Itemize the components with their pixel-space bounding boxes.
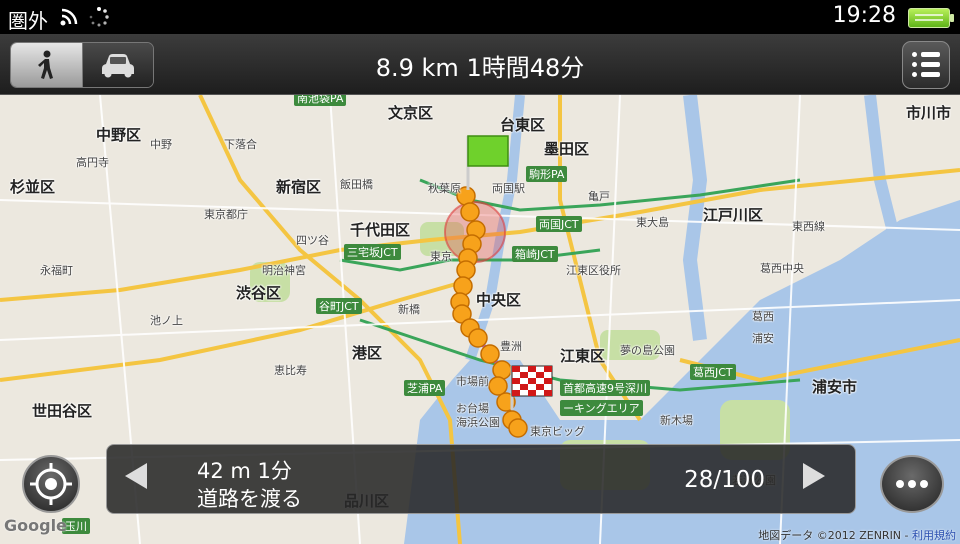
clock: 19:28 <box>832 3 896 28</box>
map-label: 台東区 <box>500 116 546 134</box>
map-label: 市川市 <box>906 104 952 122</box>
travel-mode-selector <box>10 42 154 88</box>
map-label: 港区 <box>352 344 383 362</box>
map-label: 明治神宮 <box>262 264 306 277</box>
arakawa-river <box>682 95 708 341</box>
step-distance-time: 42 m 1分 <box>197 459 292 483</box>
map-label: 箱崎JCT <box>512 246 558 262</box>
map-label: 江東区役所 <box>566 264 621 277</box>
map-label: 東京 <box>430 250 452 263</box>
map-label: 南池袋PA <box>294 95 347 106</box>
map-label: 葛西 <box>752 310 774 323</box>
map-credit: 地図データ ©2012 ZENRIN - 利用規約 <box>758 527 956 543</box>
route-waypoint[interactable] <box>488 376 508 396</box>
wifi-icon <box>60 8 78 26</box>
map-label: 新橋 <box>398 303 420 316</box>
walk-mode-button[interactable] <box>11 43 82 87</box>
map-label: 葛西JCT <box>690 364 736 380</box>
map-label: 江戸川区 <box>703 206 764 224</box>
battery-icon <box>908 8 954 28</box>
map-label: 葛西中央 <box>760 262 804 275</box>
map-label: 市場前 <box>456 375 489 388</box>
route-waypoint[interactable] <box>456 260 476 280</box>
ellipsis-icon <box>896 480 904 488</box>
map-label: 千代田区 <box>350 221 411 239</box>
route-waypoint[interactable] <box>468 328 488 348</box>
map-label: 下落合 <box>224 138 257 151</box>
map-label: ーキングエリア <box>560 400 643 416</box>
status-bar: 圏外 19:28 <box>0 0 960 34</box>
route-waypoint[interactable] <box>508 418 528 438</box>
step-counter: 28/100 <box>684 467 765 493</box>
route-step-panel: 42 m 1分 道路を渡る 28/100 <box>106 444 856 514</box>
map-label: 飯田橋 <box>340 178 373 191</box>
map-label: 東京ビッグ <box>530 425 585 438</box>
map-label: 海浜公園 <box>456 416 500 429</box>
map-label: 杉並区 <box>10 178 56 196</box>
map-label: 江東区 <box>560 347 606 365</box>
map-label: 池ノ上 <box>150 314 183 327</box>
map-label: 谷町JCT <box>316 298 362 314</box>
map-label: 東大島 <box>636 216 669 229</box>
route-header: 8.9 km 1時間48分 <box>0 34 960 95</box>
map-label: 東京都庁 <box>204 208 248 221</box>
terms-link[interactable]: 利用規約 <box>912 529 956 542</box>
map-label: 新宿区 <box>276 178 322 196</box>
loading-icon <box>89 7 109 27</box>
map-data-credit: 地図データ ©2012 ZENRIN - <box>758 529 912 542</box>
map-label: 中央区 <box>476 291 522 309</box>
map-label: 夢の島公園 <box>620 344 675 357</box>
list-menu-button[interactable] <box>902 41 950 89</box>
more-options-button[interactable] <box>880 455 944 513</box>
map-label: 三宅坂JCT <box>344 244 401 260</box>
map-label: 東西線 <box>792 220 825 233</box>
map-label: 豊洲 <box>500 340 522 353</box>
map-label: 四ツ谷 <box>296 234 329 247</box>
map-label: 世田谷区 <box>32 402 93 420</box>
walking-person-icon <box>38 50 54 79</box>
map-label: 芝浦PA <box>404 380 446 396</box>
route-waypoint[interactable] <box>460 202 480 222</box>
map-label: 恵比寿 <box>274 364 307 377</box>
map-label: 駒形PA <box>526 166 568 182</box>
map-label: 首都高速9号深川 <box>560 380 650 396</box>
route-waypoint[interactable] <box>480 344 500 364</box>
google-logo: Google <box>4 516 67 535</box>
map-label: 両国駅 <box>492 182 525 195</box>
map-label: 亀戸 <box>588 190 610 203</box>
map-label: 浦安 <box>752 332 774 345</box>
map-label: 秋葉原 <box>428 182 461 195</box>
carrier-label: 圏外 <box>8 9 48 33</box>
car-mode-button[interactable] <box>81 43 153 87</box>
previous-step-button[interactable] <box>125 463 147 489</box>
map-label: 中野 <box>150 138 172 151</box>
next-step-button[interactable] <box>803 463 825 489</box>
map-label: 墨田区 <box>544 140 590 158</box>
map-label: 永福町 <box>40 264 73 277</box>
route-waypoint[interactable] <box>492 360 512 380</box>
list-icon <box>912 52 940 57</box>
crosshair-icon <box>30 463 72 505</box>
car-icon <box>101 54 134 78</box>
route-waypoint[interactable] <box>453 276 473 296</box>
map-label: 新木場 <box>660 414 693 427</box>
map-label: 文京区 <box>388 104 434 122</box>
map-label: 両国JCT <box>536 216 582 232</box>
step-instruction: 道路を渡る <box>197 487 302 511</box>
route-summary: 8.9 km 1時間48分 <box>375 54 585 82</box>
map-label: 中野区 <box>96 126 142 144</box>
map-label: 高円寺 <box>76 156 109 169</box>
map-label: 浦安市 <box>812 378 858 396</box>
my-location-button[interactable] <box>22 455 80 513</box>
map-label: 渋谷区 <box>236 284 282 302</box>
